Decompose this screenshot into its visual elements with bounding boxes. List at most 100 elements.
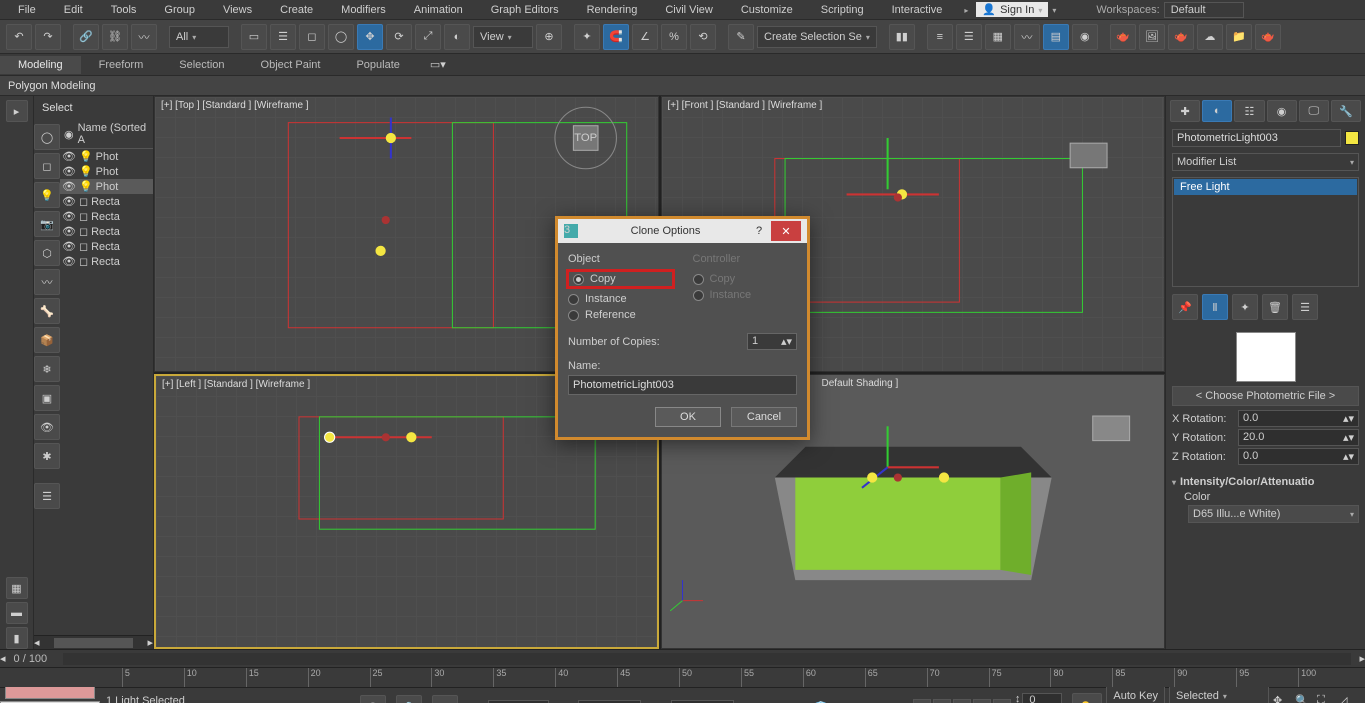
modifier-list-dropdown[interactable]: Modifier List: [1172, 153, 1359, 171]
time-slider[interactable]: [63, 653, 1351, 665]
align-button[interactable]: ≡: [927, 24, 953, 50]
menu-tools[interactable]: Tools: [97, 2, 151, 18]
menu-rendering[interactable]: Rendering: [573, 2, 652, 18]
tab-motion-icon[interactable]: ◉: [1267, 100, 1297, 122]
tab-create-icon[interactable]: ✚: [1170, 100, 1200, 122]
ref-coord-dropdown[interactable]: View: [473, 26, 533, 48]
subribbon-label[interactable]: Polygon Modeling: [8, 80, 95, 92]
select-object-button[interactable]: ▭: [241, 24, 267, 50]
expand-panel-button[interactable]: ▸: [6, 100, 28, 122]
prev-frame-button[interactable]: ◂: [933, 699, 951, 703]
named-selection-dropdown[interactable]: Create Selection Se: [757, 26, 877, 48]
modifier-stack[interactable]: Free Light: [1172, 177, 1359, 287]
ribbon-tab-selection[interactable]: Selection: [161, 56, 242, 74]
filter-frozen-icon[interactable]: ❄: [34, 356, 60, 382]
coord-x[interactable]: -0'8 3/32": [488, 700, 548, 703]
layer-button[interactable]: ☰: [956, 24, 982, 50]
menu-customize[interactable]: Customize: [727, 2, 807, 18]
pin-stack-icon[interactable]: 📌: [1172, 294, 1198, 320]
autokey-button[interactable]: Auto Key: [1106, 685, 1165, 703]
ribbon-tab-modeling[interactable]: Modeling: [0, 56, 81, 74]
coord-icon[interactable]: ▦: [432, 695, 458, 703]
menu-interactive[interactable]: Interactive: [878, 2, 957, 18]
clone-name-field[interactable]: [568, 375, 797, 395]
render-online-button[interactable]: ☁: [1197, 24, 1223, 50]
menu-create[interactable]: Create: [266, 2, 327, 18]
redo-button[interactable]: ↷: [35, 24, 61, 50]
remove-mod-icon[interactable]: 🗑: [1262, 294, 1288, 320]
object-color-swatch[interactable]: [1345, 131, 1359, 145]
spinner-snap-button[interactable]: ⟲: [690, 24, 716, 50]
viewport-layout-2[interactable]: ▬: [6, 602, 28, 624]
photometric-image-slot[interactable]: [1236, 332, 1296, 382]
ok-button[interactable]: OK: [655, 407, 721, 427]
filter-group-icon[interactable]: ▣: [34, 385, 60, 411]
nav-fov-icon[interactable]: ◿: [1339, 694, 1359, 703]
menu-group[interactable]: Group: [150, 2, 209, 18]
color-preset-dropdown[interactable]: D65 Illu...e White): [1188, 505, 1359, 523]
configure-icon[interactable]: ☰: [1292, 294, 1318, 320]
material-editor-button[interactable]: ◉: [1072, 24, 1098, 50]
ribbon-tab-freeform[interactable]: Freeform: [81, 56, 162, 74]
ribbon-tab-objectpaint[interactable]: Object Paint: [243, 56, 339, 74]
ribbon-expand-icon[interactable]: ▭▾: [424, 55, 452, 74]
selection-filter-dropdown[interactable]: All: [169, 26, 229, 48]
percent-snap-button[interactable]: %: [661, 24, 687, 50]
filter-geom-icon[interactable]: ◯: [34, 124, 60, 150]
tab-display-icon[interactable]: 🖵: [1299, 100, 1329, 122]
clone-reference-radio[interactable]: Reference: [568, 307, 673, 323]
select-region-rect-button[interactable]: ◻: [299, 24, 325, 50]
select-rotate-button[interactable]: ⟳: [386, 24, 412, 50]
signin-dropdown-icon[interactable]: [1052, 4, 1056, 16]
filter-all-icon[interactable]: ✱: [34, 443, 60, 469]
nav-zoom-ext-icon[interactable]: ⛶: [1317, 694, 1337, 703]
menu-graph-editors[interactable]: Graph Editors: [477, 2, 573, 18]
select-scale-button[interactable]: ⤢: [415, 24, 441, 50]
dialog-titlebar[interactable]: 3 Clone Options ? ✕: [558, 219, 807, 243]
viewcube-front[interactable]: [1070, 143, 1107, 168]
clone-instance-radio[interactable]: Instance: [568, 291, 673, 307]
viewport-front-label[interactable]: [+] [Front ] [Standard ] [Wireframe ]: [668, 100, 823, 111]
mirror-button[interactable]: ▮▮: [889, 24, 915, 50]
filter-container-icon[interactable]: 📦: [34, 327, 60, 353]
rollout-toggle-icon[interactable]: [1172, 476, 1176, 488]
next-frame-button[interactable]: ▸: [973, 699, 991, 703]
filter-space-icon[interactable]: 〰: [34, 269, 60, 295]
angle-snap-button[interactable]: ∠: [632, 24, 658, 50]
keyfilter-mode-dropdown[interactable]: Selected: [1169, 685, 1269, 703]
menu-scripting[interactable]: Scripting: [807, 2, 878, 18]
render-view-button[interactable]: 🫖: [1255, 24, 1281, 50]
key-mode-icon[interactable]: ↕: [1015, 693, 1021, 703]
set-key-big-button[interactable]: 🔑+: [1072, 693, 1102, 703]
schematic-button[interactable]: ▤: [1043, 24, 1069, 50]
menu-file[interactable]: File: [4, 2, 50, 18]
viewport-left-label[interactable]: [+] [Left ] [Standard ] [Wireframe ]: [162, 379, 310, 390]
viewport-layout-3[interactable]: ▮: [6, 627, 28, 649]
gallery-button[interactable]: 📁: [1226, 24, 1252, 50]
display-toggle-icon[interactable]: ☰: [34, 483, 60, 509]
cancel-button[interactable]: Cancel: [731, 407, 797, 427]
xrot-spinner[interactable]: 0.0▴▾: [1238, 410, 1359, 427]
unique-icon[interactable]: ✦: [1232, 294, 1258, 320]
coord-y[interactable]: 5'2 20/32": [578, 700, 641, 703]
menu-edit[interactable]: Edit: [50, 2, 97, 18]
render-button[interactable]: 🫖: [1168, 24, 1194, 50]
undo-button[interactable]: ↶: [6, 24, 32, 50]
filter-bone-icon[interactable]: 🦴: [34, 298, 60, 324]
tab-modify-icon[interactable]: ◐: [1202, 100, 1232, 122]
scene-scroll-h[interactable]: ◂▸: [34, 635, 153, 649]
frame-field[interactable]: 0: [1022, 693, 1062, 703]
menu-animation[interactable]: Animation: [400, 2, 477, 18]
dialog-close-button[interactable]: ✕: [771, 221, 801, 241]
render-frame-button[interactable]: 🖼: [1139, 24, 1165, 50]
viewport-layout-1[interactable]: ▦: [6, 577, 28, 599]
menu-civil-view[interactable]: Civil View: [651, 2, 726, 18]
select-place-button[interactable]: ◐: [444, 24, 470, 50]
filter-hidden-icon[interactable]: 👁: [34, 414, 60, 440]
viewport-top-label[interactable]: [+] [Top ] [Standard ] [Wireframe ]: [161, 100, 309, 111]
show-end-icon[interactable]: Ⅱ: [1202, 294, 1228, 320]
object-name-field[interactable]: [1172, 129, 1341, 147]
nav-zoom-icon[interactable]: 🔍: [1295, 694, 1315, 703]
signin-button[interactable]: 👤 Sign In: [976, 2, 1048, 17]
filter-light-icon[interactable]: 💡: [34, 182, 60, 208]
